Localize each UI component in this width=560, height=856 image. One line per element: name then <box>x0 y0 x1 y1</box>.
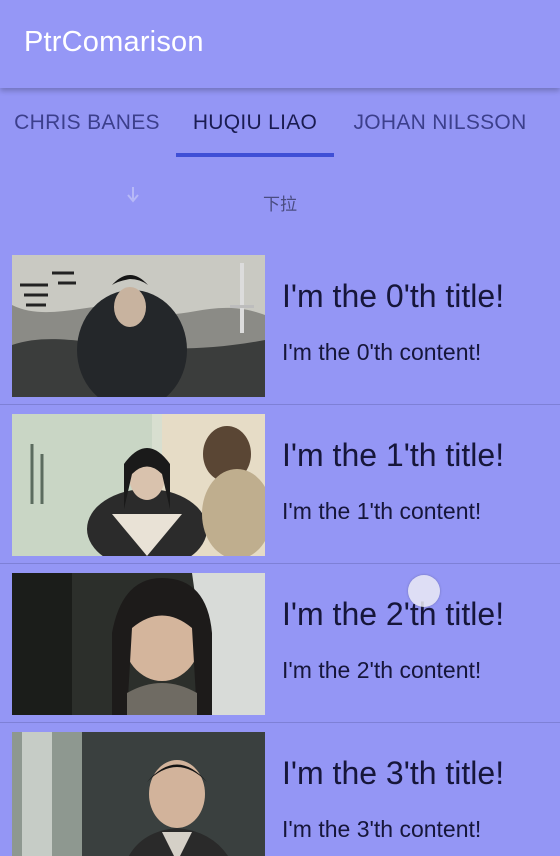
tab-indicator <box>176 153 334 157</box>
thumbnail-image <box>12 414 265 556</box>
tab-chris-banes[interactable]: CHRIS BANES <box>0 88 174 158</box>
arrow-down-icon <box>127 187 139 203</box>
list-item[interactable]: I'm the 0'th title! I'm the 0'th content… <box>0 246 560 405</box>
item-content: I'm the 3'th content! <box>282 816 482 842</box>
app-screen: PtrComarison CHRIS BANES HUQIU LIAO JOHA… <box>0 0 560 856</box>
tab-bar: CHRIS BANES HUQIU LIAO JOHAN NILSSON <box>0 88 560 158</box>
app-toolbar: PtrComarison <box>0 0 560 88</box>
content-list: I'm the 0'th title! I'm the 0'th content… <box>0 246 560 856</box>
tab-johan-nilsson[interactable]: JOHAN NILSSON <box>340 88 540 158</box>
item-title: I'm the 1'th title! <box>282 437 505 473</box>
thumbnail-image <box>12 573 265 715</box>
list-item[interactable]: I'm the 1'th title! I'm the 1'th content… <box>0 405 560 564</box>
item-content: I'm the 0'th content! <box>282 339 482 365</box>
app-title: PtrComarison <box>24 26 204 58</box>
item-content: I'm the 2'th content! <box>282 657 482 683</box>
item-title: I'm the 0'th title! <box>282 278 505 314</box>
pull-hint-text: 下拉 <box>263 195 297 214</box>
item-content: I'm the 1'th content! <box>282 498 482 524</box>
item-title: I'm the 3'th title! <box>282 755 505 791</box>
thumbnail-image <box>12 732 265 856</box>
item-title: I'm the 2'th title! <box>282 596 505 632</box>
list-item[interactable]: I'm the 2'th title! I'm the 2'th content… <box>0 564 560 723</box>
list-item[interactable]: I'm the 3'th title! I'm the 3'th content… <box>0 723 560 856</box>
thumbnail-image <box>12 255 265 397</box>
tab-huqiu-liao[interactable]: HUQIU LIAO <box>176 88 334 158</box>
touch-indicator <box>408 575 440 607</box>
